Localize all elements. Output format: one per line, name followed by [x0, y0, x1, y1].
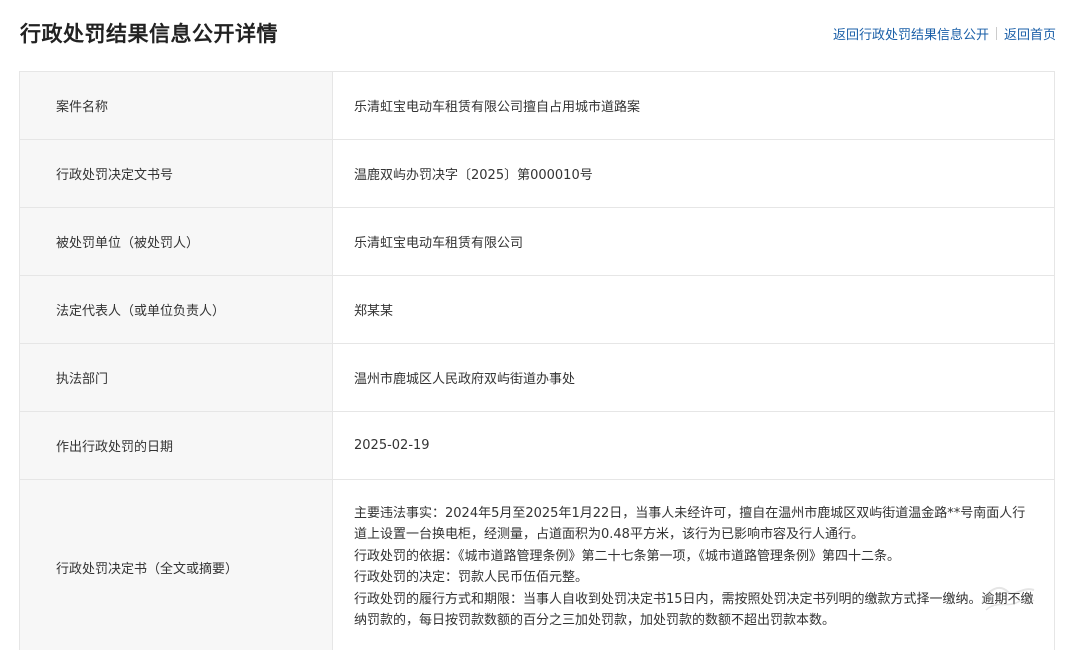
penalized-party-label: 被处罚单位（被处罚人）: [19, 207, 333, 276]
penalty-date-value: 2025-02-19: [332, 411, 1055, 480]
penalized-party-value: 乐清虹宝电动车租赁有限公司: [332, 207, 1055, 276]
back-to-home-link[interactable]: 返回首页: [1004, 24, 1056, 43]
header-links: 返回行政处罚结果信息公开 返回首页: [833, 24, 1056, 43]
page-header: 行政处罚结果信息公开详情 返回行政处罚结果信息公开 返回首页: [0, 0, 1080, 70]
table-row: 行政处罚决定书（全文或摘要） 主要违法事实：2024年5月至2025年1月22日…: [19, 479, 1055, 650]
detail-table: 案件名称 乐清虹宝电动车租赁有限公司擅自占用城市道路案 行政处罚决定文书号 温鹿…: [19, 71, 1055, 650]
case-name-label: 案件名称: [19, 71, 333, 140]
page: 行政处罚结果信息公开详情 返回行政处罚结果信息公开 返回首页 案件名称 乐清虹宝…: [0, 0, 1080, 650]
page-title: 行政处罚结果信息公开详情: [20, 22, 278, 46]
watermark-icon: [981, 587, 1035, 611]
table-row: 被处罚单位（被处罚人） 乐清虹宝电动车租赁有限公司: [19, 207, 1055, 276]
link-divider: [995, 27, 997, 40]
penalty-date-label: 作出行政处罚的日期: [19, 411, 333, 480]
table-row: 作出行政处罚的日期 2025-02-19: [19, 411, 1055, 480]
enforcement-department-label: 执法部门: [19, 343, 333, 412]
decision-label: 行政处罚决定书（全文或摘要）: [19, 479, 333, 650]
legal-representative-label: 法定代表人（或单位负责人）: [19, 275, 333, 344]
legal-representative-value: 郑某某: [332, 275, 1055, 344]
document-number-value: 温鹿双屿办罚决字〔2025〕第000010号: [332, 139, 1055, 208]
table-row: 执法部门 温州市鹿城区人民政府双屿街道办事处: [19, 343, 1055, 412]
violation-facts-text: 主要违法事实：2024年5月至2025年1月22日，当事人未经许可，擅自在温州市…: [354, 505, 1026, 543]
penalty-basis-text: 行政处罚的依据：《城市道路管理条例》第二十七条第一项，《城市道路管理条例》第四十…: [354, 548, 901, 564]
enforcement-department-value: 温州市鹿城区人民政府双屿街道办事处: [332, 343, 1055, 412]
performance-method-text: 行政处罚的履行方式和期限：当事人自收到处罚决定书15日内，需按照处罚决定书列明的…: [354, 591, 1034, 629]
back-to-list-link[interactable]: 返回行政处罚结果信息公开: [833, 24, 989, 43]
case-name-value: 乐清虹宝电动车租赁有限公司擅自占用城市道路案: [332, 71, 1055, 140]
table-row: 行政处罚决定文书号 温鹿双屿办罚决字〔2025〕第000010号: [19, 139, 1055, 208]
document-number-label: 行政处罚决定文书号: [19, 139, 333, 208]
decision-text: 主要违法事实：2024年5月至2025年1月22日，当事人未经许可，擅自在温州市…: [354, 501, 1034, 634]
penalty-decision-text: 行政处罚的决定：罚款人民币伍佰元整。: [354, 570, 589, 585]
table-row: 案件名称 乐清虹宝电动车租赁有限公司擅自占用城市道路案: [19, 71, 1055, 140]
table-row: 法定代表人（或单位负责人） 郑某某: [19, 275, 1055, 344]
decision-value: 主要违法事实：2024年5月至2025年1月22日，当事人未经许可，擅自在温州市…: [332, 479, 1055, 650]
